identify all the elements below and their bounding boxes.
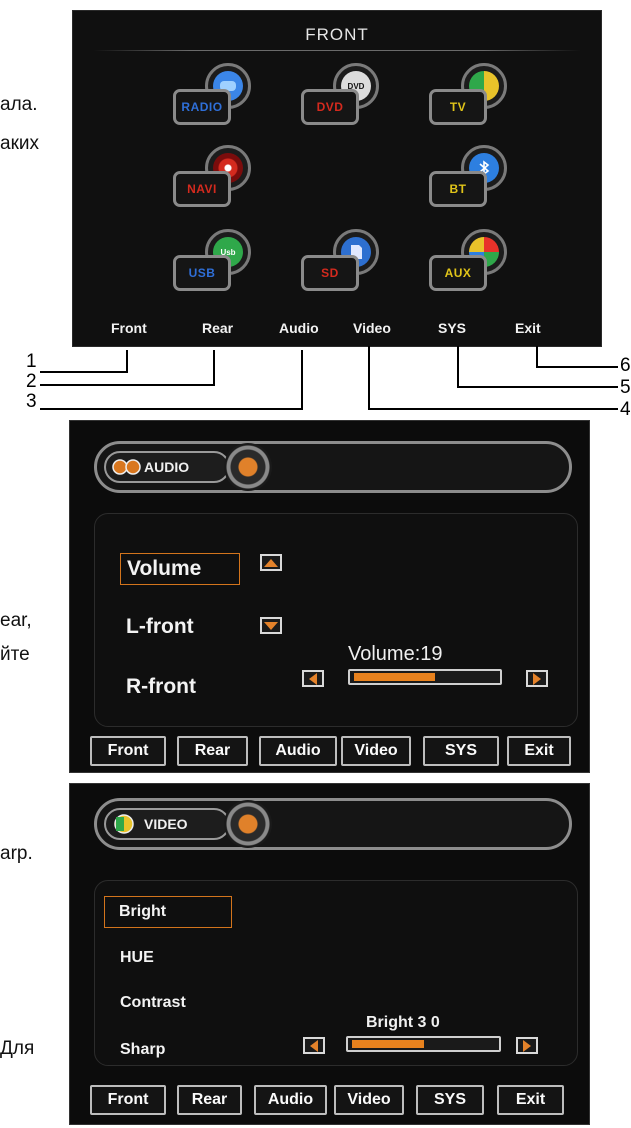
- hue-item[interactable]: HUE: [120, 949, 154, 967]
- sun-ornament-icon: [224, 443, 272, 491]
- usb-label: USB: [173, 255, 231, 291]
- speakers-icon: [112, 459, 141, 475]
- audio-header-title: AUDIO: [144, 459, 190, 475]
- video-icon: [114, 814, 134, 834]
- bright-item[interactable]: Bright: [104, 896, 232, 928]
- video-button[interactable]: Video: [341, 736, 411, 766]
- down-arrow-button[interactable]: [260, 617, 282, 634]
- side-text-line-5: arp.: [0, 843, 33, 864]
- bright-slider[interactable]: [346, 1036, 501, 1052]
- volume-value-label: Volume:19: [348, 643, 443, 665]
- video-bottom-bar: Front Rear Audio Video SYS Exit: [70, 1085, 589, 1117]
- front-button[interactable]: Front: [90, 736, 166, 766]
- sun-ornament-icon: [224, 800, 272, 848]
- audio-settings-screen: AUDIO Volume L-front R-front Volume:19 F…: [69, 420, 590, 773]
- slider-left-button[interactable]: [302, 670, 324, 687]
- slider-right-button[interactable]: [526, 670, 548, 687]
- tv-label: TV: [429, 89, 487, 125]
- volume-item[interactable]: Volume: [120, 553, 240, 585]
- aux-tile[interactable]: AUX: [429, 229, 513, 297]
- side-text-line-4: йте: [0, 644, 30, 665]
- up-arrow-button[interactable]: [260, 554, 282, 571]
- sd-tile[interactable]: SD: [301, 229, 385, 297]
- l-front-item[interactable]: L-front: [126, 615, 194, 639]
- slider-right-button[interactable]: [516, 1037, 538, 1054]
- rear-button[interactable]: Rear: [177, 1085, 242, 1115]
- side-text-line-6: Для: [0, 1038, 35, 1059]
- aux-label: AUX: [429, 255, 487, 291]
- volume-slider[interactable]: [348, 669, 502, 685]
- front-menu-screen: FRONT RADIO DVD DVD TV NAVI BT Usb USB S…: [72, 10, 602, 347]
- contrast-item[interactable]: Contrast: [120, 994, 186, 1012]
- r-front-item[interactable]: R-front: [126, 675, 196, 699]
- audio-bottom-bar: Front Rear Audio Video SYS Exit: [70, 736, 589, 768]
- tv-tile[interactable]: TV: [429, 63, 513, 131]
- bright-slider-fill: [352, 1040, 424, 1048]
- nav-sys[interactable]: SYS: [438, 320, 466, 336]
- radio-tile[interactable]: RADIO: [173, 63, 257, 131]
- video-header-title: VIDEO: [144, 816, 188, 832]
- bt-tile[interactable]: BT: [429, 145, 513, 213]
- side-text-line-3: ear,: [0, 610, 32, 631]
- sys-button[interactable]: SYS: [423, 736, 499, 766]
- front-button[interactable]: Front: [90, 1085, 166, 1115]
- volume-slider-fill: [354, 673, 435, 681]
- title-divider: [93, 50, 581, 51]
- bright-value-label: Bright 3 0: [366, 1014, 440, 1031]
- front-menu-title: FRONT: [305, 25, 369, 44]
- side-text-line-2: аких: [0, 133, 39, 154]
- sharp-item[interactable]: Sharp: [120, 1041, 165, 1059]
- nav-exit[interactable]: Exit: [515, 320, 541, 336]
- side-text-line-1: ала.: [0, 94, 38, 115]
- dvd-tile[interactable]: DVD DVD: [301, 63, 385, 131]
- bt-label: BT: [429, 171, 487, 207]
- video-settings-screen: VIDEO Bright HUE Contrast Sharp Bright 3…: [69, 783, 590, 1125]
- sys-button[interactable]: SYS: [416, 1085, 484, 1115]
- slider-left-button[interactable]: [303, 1037, 325, 1054]
- nav-audio[interactable]: Audio: [279, 320, 319, 336]
- usb-tile[interactable]: Usb USB: [173, 229, 257, 297]
- nav-rear[interactable]: Rear: [202, 320, 233, 336]
- sd-label: SD: [301, 255, 359, 291]
- exit-button[interactable]: Exit: [507, 736, 571, 766]
- nav-video[interactable]: Video: [353, 320, 391, 336]
- navi-tile[interactable]: NAVI: [173, 145, 257, 213]
- exit-button[interactable]: Exit: [497, 1085, 564, 1115]
- front-nav-bar: Front Rear Audio Video SYS Exit: [73, 320, 601, 342]
- audio-button[interactable]: Audio: [259, 736, 337, 766]
- navi-label: NAVI: [173, 171, 231, 207]
- nav-front[interactable]: Front: [111, 320, 147, 336]
- audio-button[interactable]: Audio: [254, 1085, 327, 1115]
- rear-button[interactable]: Rear: [177, 736, 248, 766]
- video-button[interactable]: Video: [334, 1085, 404, 1115]
- radio-label: RADIO: [173, 89, 231, 125]
- dvd-label: DVD: [301, 89, 359, 125]
